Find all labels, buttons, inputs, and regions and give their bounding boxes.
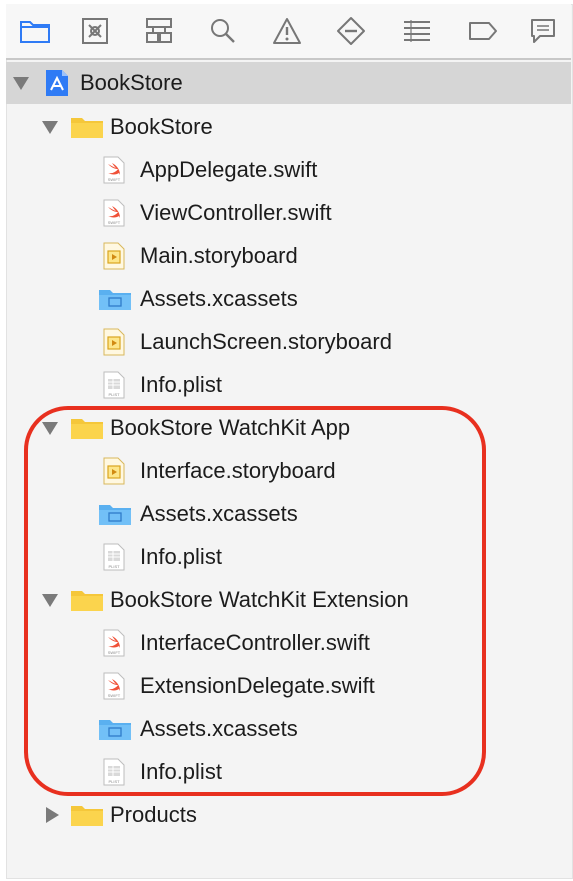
xmark-box-icon[interactable] [78,14,112,48]
tag-icon[interactable] [466,14,500,48]
group-row[interactable]: BookStore [6,106,566,148]
file-row[interactable]: Assets.xcassets [6,278,566,320]
file-row[interactable]: PLIST Info.plist [6,536,566,578]
swift-file-icon: SWIFT [102,156,126,189]
file-label: InterfaceController.swift [140,630,370,655]
file-row[interactable]: SWIFT AppDelegate.swift [6,149,566,191]
group-label: BookStore WatchKit Extension [110,587,409,612]
file-row[interactable]: LaunchScreen.storyboard [6,321,566,363]
xcode-project-icon [44,68,70,103]
navigator-toolbar [6,4,571,58]
file-row[interactable]: SWIFT ViewController.swift [6,192,566,234]
file-label: Info.plist [140,544,222,569]
file-label: Main.storyboard [140,243,298,268]
file-row[interactable]: Assets.xcassets [6,493,566,535]
disclosure-triangle-icon[interactable] [42,594,58,607]
svg-text:PLIST: PLIST [108,564,120,569]
file-row[interactable]: PLIST Info.plist [6,364,566,406]
file-label: ExtensionDelegate.swift [140,673,375,698]
swift-file-icon: SWIFT [102,629,126,662]
svg-text:SWIFT: SWIFT [108,220,121,225]
folder-icon[interactable] [18,14,52,48]
swift-file-icon: SWIFT [102,199,126,232]
list-icon[interactable] [400,14,434,48]
file-label: Info.plist [140,759,222,784]
swift-file-icon: SWIFT [102,672,126,705]
project-name: BookStore [80,70,183,95]
project-root-row[interactable]: BookStore [6,62,571,104]
file-label: Assets.xcassets [140,716,298,741]
svg-text:PLIST: PLIST [108,392,120,397]
folder-icon [70,588,104,617]
file-label: Assets.xcassets [140,286,298,311]
group-row[interactable]: BookStore WatchKit Extension [6,579,566,621]
file-label: AppDelegate.swift [140,157,318,182]
comment-icon[interactable] [526,14,560,48]
file-row[interactable]: SWIFT InterfaceController.swift [6,622,566,664]
file-row[interactable]: Assets.xcassets [6,708,566,750]
warning-icon[interactable] [270,14,304,48]
folder-icon [70,416,104,445]
svg-text:SWIFT: SWIFT [108,650,121,655]
plist-file-icon: PLIST [102,371,126,404]
disclosure-triangle-icon[interactable] [42,121,58,134]
group-row[interactable]: BookStore WatchKit App [6,407,566,449]
folder-icon [70,115,104,144]
svg-text:PLIST: PLIST [108,779,120,784]
search-icon[interactable] [206,14,240,48]
file-label: LaunchScreen.storyboard [140,329,392,354]
svg-text:SWIFT: SWIFT [108,177,121,182]
storyboard-file-icon [102,242,126,275]
file-label: Info.plist [140,372,222,397]
file-row[interactable]: SWIFT ExtensionDelegate.swift [6,665,566,707]
file-label: ViewController.swift [140,200,332,225]
disclosure-triangle-icon[interactable] [13,77,29,90]
file-row[interactable]: PLIST Info.plist [6,751,566,793]
xcassets-file-icon [98,717,132,746]
xcassets-file-icon [98,502,132,531]
toolbar-divider [6,58,571,60]
disclosure-triangle-icon[interactable] [46,807,59,823]
file-row[interactable]: Interface.storyboard [6,450,566,492]
xcassets-file-icon [98,287,132,316]
svg-text:SWIFT: SWIFT [108,693,121,698]
group-row[interactable]: Products [6,794,566,836]
file-label: Assets.xcassets [140,501,298,526]
storyboard-file-icon [102,328,126,361]
storyboard-file-icon [102,457,126,490]
folder-icon [70,803,104,832]
diamond-minus-icon[interactable] [334,14,368,48]
plist-file-icon: PLIST [102,543,126,576]
group-label: BookStore WatchKit App [110,415,351,440]
hierarchy-icon[interactable] [142,14,176,48]
group-label: BookStore [110,114,213,139]
file-label: Interface.storyboard [140,458,336,483]
file-row[interactable]: Main.storyboard [6,235,566,277]
group-label: Products [110,802,197,827]
disclosure-triangle-icon[interactable] [42,422,58,435]
plist-file-icon: PLIST [102,758,126,791]
